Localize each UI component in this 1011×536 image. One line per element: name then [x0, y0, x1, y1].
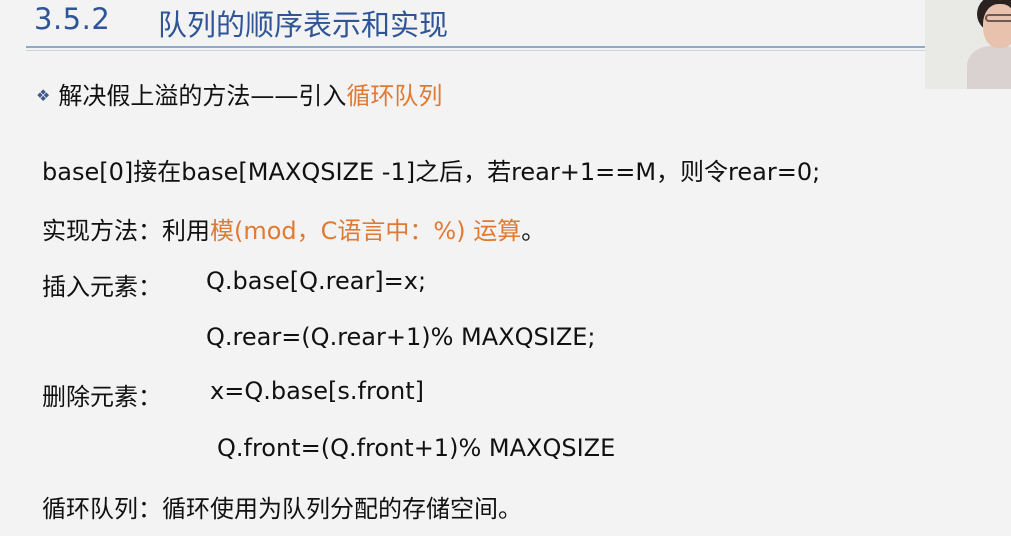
presenter-face	[983, 4, 1011, 48]
bullet-heading: ❖ 解决假上溢的方法——引入循环队列	[36, 76, 442, 111]
presenter-shoulder	[967, 46, 1011, 89]
page-title: 队列的顺序表示和实现	[158, 8, 449, 42]
implementation-tail: 。	[521, 217, 546, 245]
implementation-lead: 实现方法：利用	[42, 217, 210, 245]
line-base-wrap: base[0]接在base[MAXQSIZE -1]之后，若rear+1==M，…	[42, 158, 821, 186]
presenter-glasses	[985, 14, 1011, 22]
section-number: 3.5.2	[34, 2, 111, 36]
line-implementation: 实现方法：利用模(mod，C语言中：%) 运算。	[42, 211, 545, 246]
insert-label: 插入元素：	[42, 273, 162, 301]
presenter-video-thumbnail	[925, 0, 1011, 89]
diamond-bullet-icon: ❖	[36, 86, 51, 105]
delete-code-2: Q.front=(Q.front+1)% MAXQSIZE	[217, 434, 616, 462]
title-bar: 3.5.2 队列的顺序表示和实现	[0, 0, 1011, 52]
slide: 3.5.2 队列的顺序表示和实现 ❖ 解决假上溢的方法——引入循环队列 base[…	[0, 0, 1011, 536]
delete-code-1: x=Q.base[s.front]	[210, 377, 424, 405]
implementation-highlight: 模(mod，C语言中：%) 运算	[210, 217, 522, 245]
bullet-highlight-text: 循环队列	[346, 82, 443, 110]
insert-code-2: Q.rear=(Q.rear+1)% MAXQSIZE;	[206, 323, 596, 351]
insert-code-1: Q.base[Q.rear]=x;	[206, 267, 427, 295]
bullet-lead-text: 解决假上溢的方法——引入	[58, 82, 347, 110]
summary-line: 循环队列：循环使用为队列分配的存储空间。	[42, 495, 522, 523]
title-divider	[26, 46, 926, 48]
title-divider-thin	[26, 50, 926, 51]
delete-label: 删除元素：	[42, 383, 162, 411]
